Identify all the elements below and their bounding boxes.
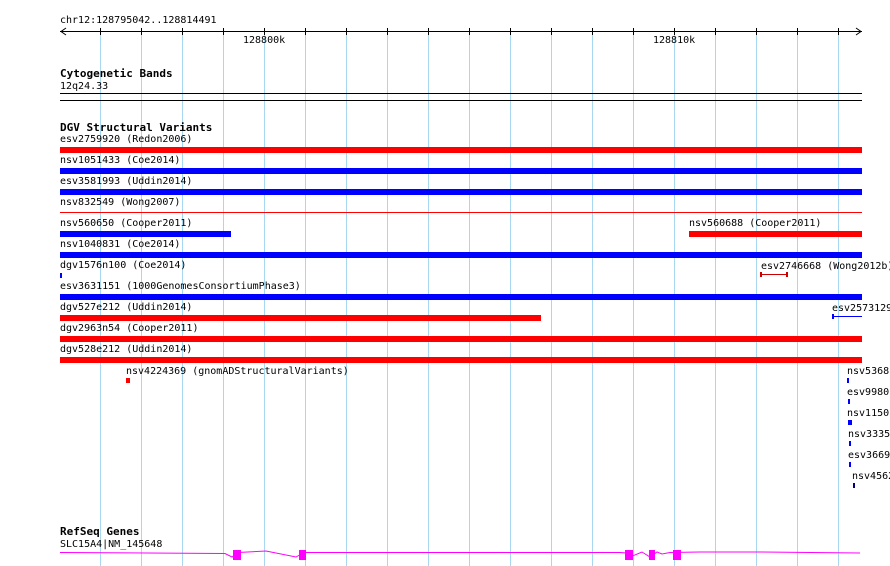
cytogenetic-bands-title: Cytogenetic Bands	[60, 67, 173, 80]
variant-bar-esv2573129[interactable]	[831, 313, 862, 320]
variant-bar-esv2759920[interactable]	[60, 147, 862, 153]
variant-label-dgv2963n54[interactable]: dgv2963n54 (Cooper2011)	[60, 323, 198, 334]
region-label: chr12:128795042..128814491	[60, 15, 217, 26]
variant-label-esv3581993[interactable]: esv3581993 (Uddin2014)	[60, 176, 192, 187]
variant-bar-nsv560650[interactable]	[60, 231, 231, 237]
variant-label-esv2759920[interactable]: esv2759920 (Redon2006)	[60, 134, 192, 145]
dgv-track-title: DGV Structural Variants	[60, 121, 213, 134]
variant-label-esv3631151[interactable]: esv3631151 (1000GenomesConsortiumPhase3)	[60, 281, 301, 292]
variant-label-nsv560650[interactable]: nsv560650 (Cooper2011)	[60, 218, 192, 229]
variant-bar-nsv4224369[interactable]	[126, 378, 130, 383]
cyto-band-top-line	[60, 93, 862, 94]
variant-label-nsv560688[interactable]: nsv560688 (Cooper2011)	[689, 218, 821, 229]
variant-bar-nsv5368[interactable]	[847, 378, 849, 383]
tick-label-128810k: 128810k	[653, 35, 696, 46]
variant-bar-nsv3335[interactable]	[849, 441, 851, 446]
tick-label-128800k: 128800k	[243, 35, 286, 46]
variant-label-nsv832549[interactable]: nsv832549 (Wong2007)	[60, 197, 180, 208]
variant-label-nsv5368[interactable]: nsv5368	[847, 366, 889, 377]
variant-bar-nsv4562[interactable]	[853, 483, 855, 488]
variant-bar-esv2746668[interactable]	[760, 271, 788, 278]
variant-bar-esv9980[interactable]	[848, 399, 850, 404]
variant-label-nsv1051433[interactable]: nsv1051433 (Coe2014)	[60, 155, 180, 166]
variant-bar-dgv527e212[interactable]	[60, 315, 541, 321]
variant-bar-nsv832549[interactable]	[60, 212, 862, 213]
cyto-band-label[interactable]: 12q24.33	[60, 81, 108, 92]
variant-label-dgv527e212[interactable]: dgv527e212 (Uddin2014)	[60, 302, 192, 313]
variant-bar-nsv1051433[interactable]	[60, 168, 862, 174]
variant-label-nsv1150[interactable]: nsv1150	[847, 408, 889, 419]
variant-bar-esv3669[interactable]	[849, 462, 851, 467]
variant-label-nsv4562[interactable]: nsv4562	[852, 471, 890, 482]
variant-label-esv9980[interactable]: esv9980	[847, 387, 889, 398]
variant-label-nsv4224369[interactable]: nsv4224369 (gnomADStructuralVariants)	[126, 366, 349, 377]
variant-bar-esv3631151[interactable]	[60, 294, 862, 300]
variant-bar-nsv1150[interactable]	[848, 420, 852, 425]
variant-label-dgv528e212[interactable]: dgv528e212 (Uddin2014)	[60, 344, 192, 355]
gene-model-slc15a4[interactable]	[60, 546, 862, 562]
variant-bar-dgv2963n54[interactable]	[60, 336, 862, 342]
variant-label-nsv3335[interactable]: nsv3335	[848, 429, 890, 440]
variant-bar-esv3581993[interactable]	[60, 189, 862, 195]
variant-label-dgv1576n100[interactable]: dgv1576n100 (Coe2014)	[60, 260, 186, 271]
variant-bar-nsv1040831[interactable]	[60, 252, 862, 258]
variant-bar-nsv560688[interactable]	[689, 231, 862, 237]
variant-bar-dgv1576n100[interactable]	[60, 273, 62, 278]
variant-label-esv3669[interactable]: esv3669	[848, 450, 890, 461]
cyto-band-bottom-line	[60, 100, 862, 101]
variant-bar-dgv528e212[interactable]	[60, 357, 862, 363]
refseq-track-title: RefSeq Genes	[60, 525, 140, 538]
variant-label-nsv1040831[interactable]: nsv1040831 (Coe2014)	[60, 239, 180, 250]
